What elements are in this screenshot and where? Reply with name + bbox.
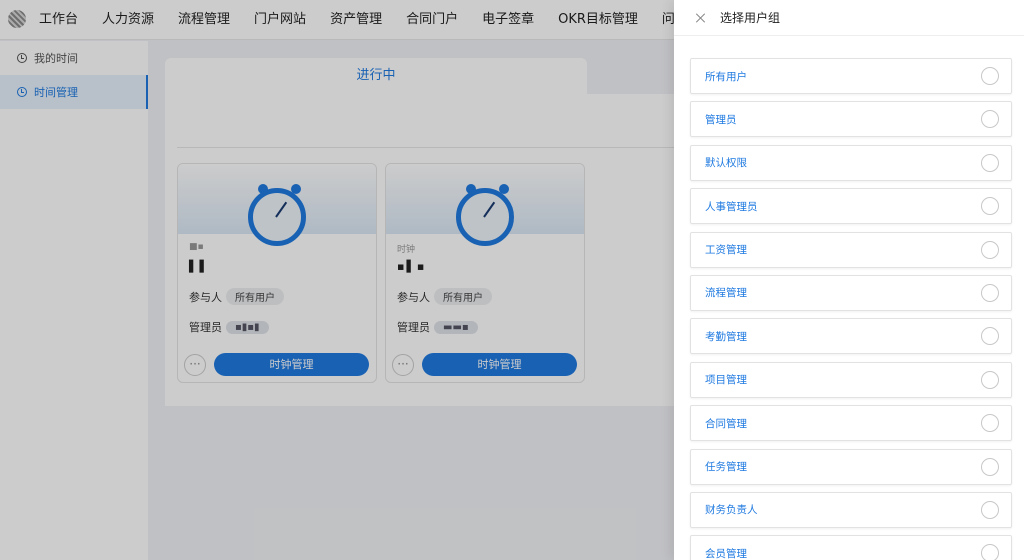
user-group-label: 所有用户: [705, 70, 747, 83]
user-group-list: 所有用户 管理员 默认权限 人事管理员 工资管理 流程管理 考勤管理 项目管理 …: [690, 58, 1012, 560]
user-group-option[interactable]: 流程管理: [690, 274, 1012, 311]
radio-button[interactable]: [981, 414, 999, 433]
radio-button[interactable]: [981, 327, 999, 346]
radio-button[interactable]: [981, 67, 999, 85]
drawer-title: 选择用户组: [720, 11, 781, 25]
user-group-option[interactable]: 会员管理: [690, 535, 1012, 560]
radio-button[interactable]: [981, 197, 999, 216]
radio-button[interactable]: [981, 153, 999, 172]
radio-button[interactable]: [981, 500, 999, 519]
radio-button[interactable]: [981, 457, 999, 476]
user-group-option[interactable]: 任务管理: [690, 448, 1012, 485]
user-group-option[interactable]: 默认权限: [690, 144, 1012, 181]
radio-button[interactable]: [981, 110, 999, 129]
radio-button[interactable]: [981, 370, 999, 389]
user-group-label: 管理员: [705, 113, 737, 126]
user-group-option[interactable]: 管理员: [690, 101, 1012, 138]
user-group-label: 流程管理: [705, 287, 747, 300]
user-group-label: 财务负责人: [705, 504, 758, 517]
radio-button[interactable]: [981, 283, 999, 302]
drawer-header: 选择用户组: [674, 0, 1024, 36]
user-group-label: 人事管理员: [705, 200, 758, 213]
radio-button[interactable]: [981, 544, 999, 560]
user-group-option[interactable]: 所有用户: [690, 58, 1012, 94]
user-group-option[interactable]: 财务负责人: [690, 491, 1012, 528]
user-group-option[interactable]: 人事管理员: [690, 188, 1012, 225]
user-group-label: 考勤管理: [705, 330, 747, 343]
user-group-option[interactable]: 项目管理: [690, 361, 1012, 398]
user-group-label: 任务管理: [705, 461, 747, 474]
radio-button[interactable]: [981, 240, 999, 259]
close-icon[interactable]: [696, 13, 706, 23]
user-group-label: 会员管理: [705, 547, 747, 560]
user-group-label: 项目管理: [705, 374, 747, 387]
user-group-option[interactable]: 考勤管理: [690, 318, 1012, 355]
user-group-label: 合同管理: [705, 417, 747, 430]
user-group-label: 默认权限: [705, 157, 747, 170]
user-group-option[interactable]: 工资管理: [690, 231, 1012, 268]
user-group-option[interactable]: 合同管理: [690, 405, 1012, 442]
user-group-label: 工资管理: [705, 244, 747, 257]
select-user-group-drawer: 选择用户组 所有用户 管理员 默认权限 人事管理员 工资管理 流程管理 考勤管理…: [674, 0, 1024, 560]
